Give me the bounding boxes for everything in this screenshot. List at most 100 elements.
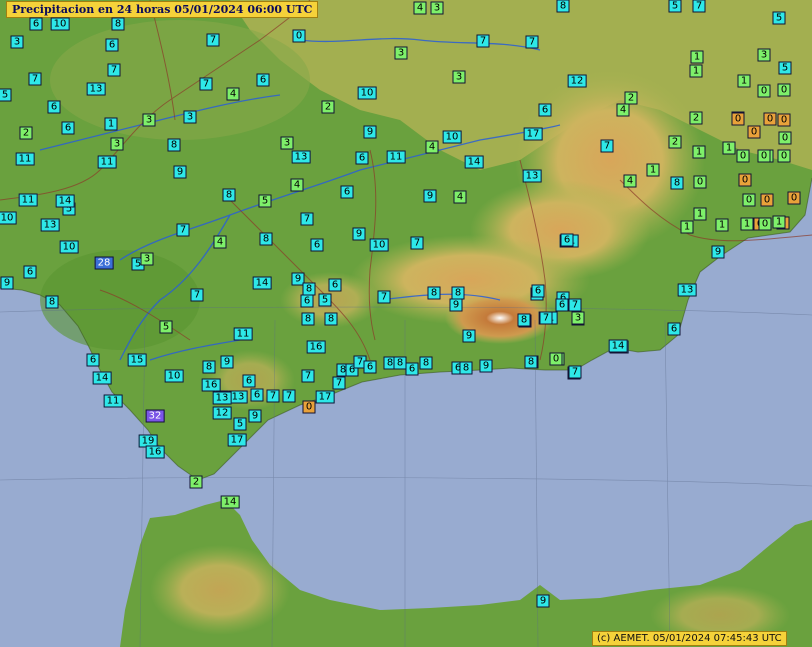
station-precip-label: 10 xyxy=(442,130,462,144)
station-precip-label: 0 xyxy=(302,400,316,414)
station-precip-label: 5 xyxy=(778,61,792,75)
station-precip-label: 1 xyxy=(740,217,754,231)
station-precip-label: 3 xyxy=(10,35,24,49)
station-precip-label: 7 xyxy=(266,389,280,403)
station-precip-label: 6 xyxy=(363,360,377,374)
station-precip-label: 7 xyxy=(692,0,706,13)
station-precip-label: 9 xyxy=(536,594,550,608)
station-precip-label: 6 xyxy=(86,353,100,367)
station-precip-label: 4 xyxy=(453,190,467,204)
station-precip-label: 2 xyxy=(668,135,682,149)
station-precip-label: 17 xyxy=(227,433,247,447)
station-precip-label: 7 xyxy=(476,34,490,48)
station-precip-label: 8 xyxy=(111,17,125,31)
station-precip-label: 13 xyxy=(291,150,311,164)
station-precip-label: 13 xyxy=(228,390,248,404)
station-precip-label: 0 xyxy=(778,131,792,145)
station-precip-label: 9 xyxy=(449,298,463,312)
station-precip-label: 6 xyxy=(560,233,574,247)
station-precip-label: 7 xyxy=(206,33,220,47)
station-precip-label: 2 xyxy=(19,126,33,140)
station-precip-label: 4 xyxy=(413,1,427,15)
station-precip-label: 10 xyxy=(369,238,389,252)
station-precip-label: 7 xyxy=(28,72,42,86)
station-precip-label: 3 xyxy=(110,137,124,151)
station-precip-label: 0 xyxy=(777,149,791,163)
station-precip-label: 5 xyxy=(159,320,173,334)
station-precip-label: 11 xyxy=(103,394,123,408)
station-precip-label: 2 xyxy=(321,100,335,114)
station-precip-label: 7 xyxy=(410,236,424,250)
station-precip-label: 6 xyxy=(310,238,324,252)
station-precip-label: 6 xyxy=(61,121,75,135)
station-precip-label: 7 xyxy=(176,223,190,237)
station-precip-label: 8 xyxy=(167,138,181,152)
station-precip-label: 13 xyxy=(86,82,106,96)
station-precip-label: 8 xyxy=(202,360,216,374)
station-precip-label: 3 xyxy=(183,110,197,124)
station-precip-label: 0 xyxy=(757,84,771,98)
station-precip-label: 13 xyxy=(677,283,697,297)
station-precip-label: 6 xyxy=(256,73,270,87)
station-precip-label: 7 xyxy=(190,288,204,302)
station-precip-label: 4 xyxy=(616,103,630,117)
station-precip-label: 14 xyxy=(252,276,272,290)
station-precip-label: 1 xyxy=(772,215,786,229)
station-precip-label: 1 xyxy=(689,64,703,78)
station-precip-label: 7 xyxy=(539,311,553,325)
station-precip-label: 16 xyxy=(306,340,326,354)
station-precip-label: 12 xyxy=(567,74,587,88)
station-precip-label: 9 xyxy=(363,125,377,139)
station-precip-label: 10 xyxy=(0,211,17,225)
station-precip-label: 3 xyxy=(142,113,156,127)
station-precip-label: 7 xyxy=(568,298,582,312)
station-precip-label: 0 xyxy=(731,112,745,126)
station-precip-label: 0 xyxy=(693,175,707,189)
station-precip-label: 11 xyxy=(386,150,406,164)
station-precip-label: 32 xyxy=(145,409,165,423)
station-precip-label: 7 xyxy=(282,389,296,403)
station-precip-label: 8 xyxy=(301,312,315,326)
station-precip-label: 0 xyxy=(738,173,752,187)
station-precip-label: 6 xyxy=(29,17,43,31)
station-precip-label: 0 xyxy=(760,193,774,207)
station-precip-label: 6 xyxy=(242,374,256,388)
station-precip-label: 7 xyxy=(332,376,346,390)
station-precip-label: 9 xyxy=(0,276,14,290)
station-precip-label: 6 xyxy=(355,151,369,165)
station-precip-label: 0 xyxy=(736,149,750,163)
station-precip-label: 1 xyxy=(692,145,706,159)
station-precip-label: 0 xyxy=(763,112,777,126)
station-precip-label: 11 xyxy=(233,327,253,341)
station-precip-label: 7 xyxy=(525,35,539,49)
station-precip-label: 8 xyxy=(524,355,538,369)
station-precip-label: 9 xyxy=(220,355,234,369)
station-precip-label: 7 xyxy=(600,139,614,153)
map-title: Precipitacion en 24 horas 05/01/2024 06:… xyxy=(6,1,319,18)
station-precip-label: 9 xyxy=(352,227,366,241)
station-precip-label: 8 xyxy=(419,356,433,370)
station-precip-label: 3 xyxy=(430,1,444,15)
station-precip-label: 2 xyxy=(189,475,203,489)
station-precip-label: 14 xyxy=(464,155,484,169)
station-precip-label: 17 xyxy=(523,127,543,141)
station-precip-label: 11 xyxy=(18,193,38,207)
station-precip-label: 3 xyxy=(571,311,585,325)
station-precip-label: 4 xyxy=(425,140,439,154)
station-precip-label: 17 xyxy=(315,390,335,404)
station-precip-label: 13 xyxy=(522,169,542,183)
station-precip-label: 10 xyxy=(357,86,377,100)
station-precip-label: 1 xyxy=(690,50,704,64)
station-precip-label: 8 xyxy=(222,188,236,202)
station-precip-label: 1 xyxy=(722,141,736,155)
station-precip-label: 0 xyxy=(742,193,756,207)
station-precip-label: 13 xyxy=(40,218,60,232)
copyright-notice: (c) AEMET. 05/01/2024 07:45:43 UTC xyxy=(592,631,787,646)
station-precip-label: 0 xyxy=(777,83,791,97)
station-precip-label: 8 xyxy=(459,361,473,375)
station-precip-label: 15 xyxy=(127,353,147,367)
station-precip-label: 14 xyxy=(608,339,628,353)
station-precip-label: 28 xyxy=(94,256,114,270)
station-precip-label: 1 xyxy=(104,117,118,131)
station-precip-label: 4 xyxy=(623,174,637,188)
